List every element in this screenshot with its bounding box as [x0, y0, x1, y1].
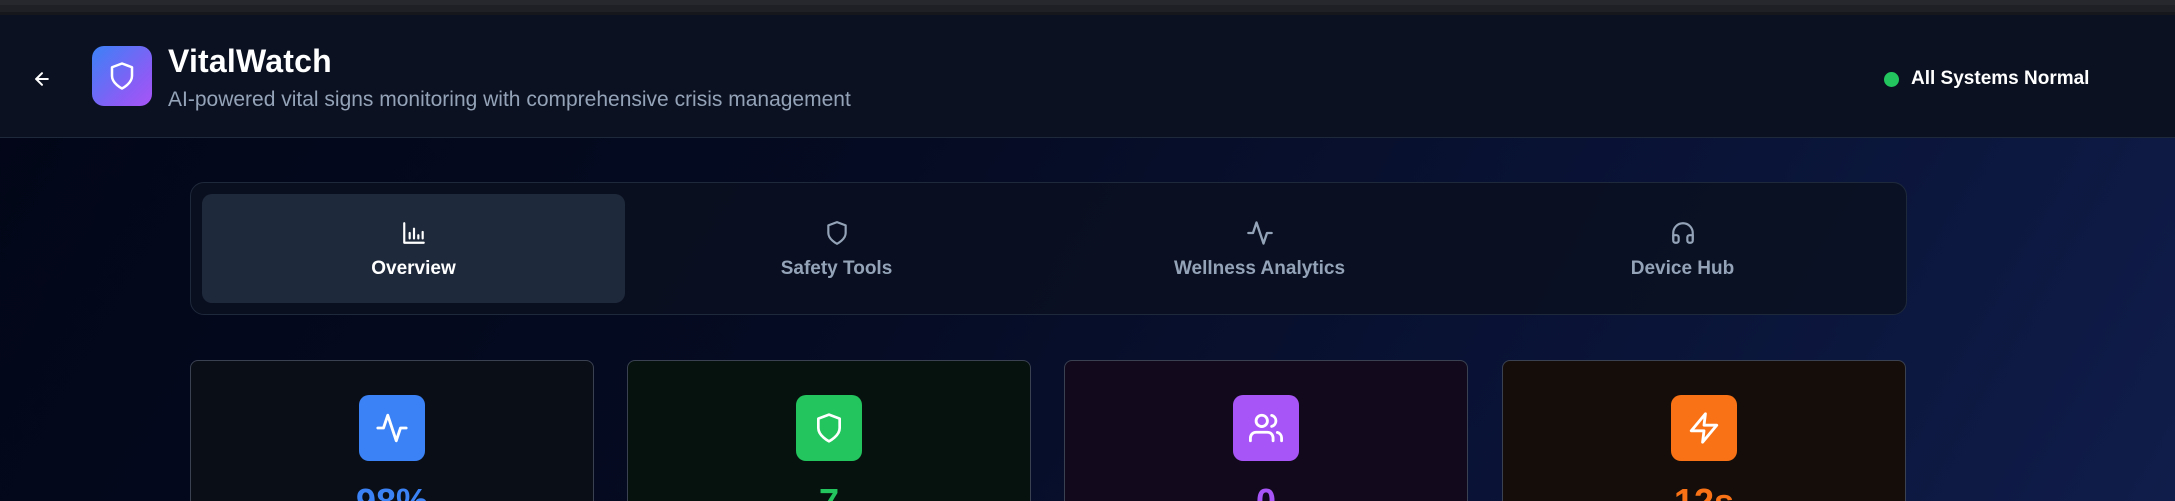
- zap-icon: [1689, 412, 1719, 444]
- main-tabs: Overview Safety Tools Wellness Analytics…: [190, 182, 1907, 315]
- arrow-left-icon: [35, 72, 49, 86]
- tab-wellness-analytics[interactable]: Wellness Analytics: [1048, 194, 1471, 303]
- tab-label: Safety Tools: [780, 257, 893, 279]
- stat-value: 98%: [191, 481, 593, 501]
- stat-icon-badge: [1233, 395, 1299, 461]
- stat-value: 12s: [1503, 481, 1905, 501]
- shield-icon: [110, 62, 134, 90]
- stat-card-contacts: 0: [1064, 360, 1468, 501]
- tab-safety-tools[interactable]: Safety Tools: [625, 194, 1048, 303]
- stat-icon-badge: [1671, 395, 1737, 461]
- activity-icon: [376, 413, 408, 443]
- stat-card-vitals: 98%: [190, 360, 594, 501]
- stat-value: 7: [628, 481, 1030, 501]
- tab-overview[interactable]: Overview: [202, 194, 625, 303]
- browser-top-strip: [0, 0, 2175, 15]
- status-indicator-dot: [1884, 71, 1899, 87]
- app-title: VitalWatch: [168, 43, 332, 79]
- tab-label: Device Hub: [1630, 257, 1735, 279]
- tab-label: Overview: [371, 257, 456, 279]
- status-label: All Systems Normal: [1911, 68, 2090, 89]
- stat-card-response: 12s: [1502, 360, 1906, 501]
- app-header: VitalWatch AI-powered vital signs monito…: [0, 15, 2175, 138]
- users-icon: [1249, 413, 1283, 443]
- back-button[interactable]: [26, 63, 58, 95]
- tab-device-hub[interactable]: Device Hub: [1471, 194, 1894, 303]
- stat-card-safety: 7: [627, 360, 1031, 501]
- app-logo: [92, 46, 152, 106]
- bar-chart-icon: [402, 221, 425, 244]
- headphones-icon: [1671, 221, 1694, 244]
- stat-icon-badge: [359, 395, 425, 461]
- shield-icon: [817, 413, 841, 443]
- stat-value: 0: [1065, 481, 1467, 501]
- system-status: All Systems Normal: [1884, 65, 2089, 93]
- activity-icon: [1246, 220, 1273, 245]
- stat-icon-badge: [796, 395, 862, 461]
- tab-label: Wellness Analytics: [1173, 257, 1346, 279]
- app-subtitle: AI-powered vital signs monitoring with c…: [168, 88, 851, 111]
- shield-icon: [826, 220, 847, 245]
